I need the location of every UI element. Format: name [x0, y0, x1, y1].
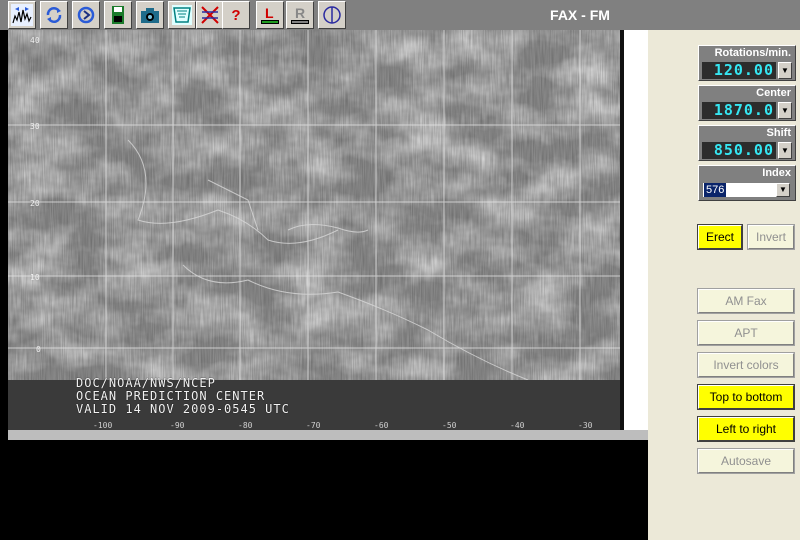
help-icon: ? [231, 6, 241, 24]
weather-fax-image: 40 30 20 10 0 -100 -90 -80 -70 -60 -50 -… [8, 30, 648, 440]
shift-control: Shift 850.00 ▼ [698, 125, 796, 161]
phase-icon [323, 6, 341, 24]
center-control: Center 1870.0 ▼ [698, 85, 796, 121]
rotations-label: Rotations/min. [714, 47, 791, 59]
shift-label: Shift [766, 127, 791, 139]
chevron-down-icon[interactable]: ▼ [778, 62, 792, 79]
rotations-control: Rotations/min. 120.00 ▼ [698, 45, 796, 81]
invert-button[interactable]: Invert [747, 224, 795, 250]
left-to-right-button[interactable]: Left to right [697, 416, 795, 442]
index-value: 576 [704, 183, 727, 197]
refresh-button[interactable] [40, 1, 68, 29]
left-marker-icon: L [261, 5, 279, 24]
phase-button[interactable] [318, 1, 346, 29]
chevron-down-icon[interactable]: ▼ [778, 102, 792, 119]
sync-icon [77, 6, 95, 24]
chevron-down-icon[interactable]: ▼ [778, 142, 792, 159]
chevron-down-icon[interactable]: ▼ [776, 183, 790, 197]
svg-text:40: 40 [30, 36, 40, 45]
index-select[interactable]: 576 ▼ [702, 182, 791, 198]
window-title: FAX - FM [550, 7, 610, 23]
svg-text:-100: -100 [93, 421, 112, 430]
autosave-button[interactable]: Autosave [697, 448, 795, 474]
svg-text:R: R [295, 5, 305, 21]
fax-image-area[interactable]: 40 30 20 10 0 -100 -90 -80 -70 -60 -50 -… [0, 30, 648, 540]
save-button[interactable] [104, 1, 132, 29]
control-panel: Rotations/min. 120.00 ▼ Center 1870.0 ▼ … [648, 30, 800, 540]
svg-text:10: 10 [30, 273, 40, 282]
invert-colors-button[interactable]: Invert colors [697, 352, 795, 378]
erect-button[interactable]: Erect [697, 224, 743, 250]
fax-app-window: ? L R FAX - FM 40 30 20 10 0 -100 -90 -8… [0, 0, 800, 540]
svg-text:-70: -70 [306, 421, 321, 430]
camera-icon [141, 8, 159, 23]
help-button[interactable]: ? [222, 1, 250, 29]
svg-text:-40: -40 [510, 421, 525, 430]
shift-value[interactable]: 850.00 [702, 142, 776, 159]
right-marker-icon: R [291, 5, 309, 24]
filter-icon [172, 5, 192, 25]
am-fax-button[interactable]: AM Fax [697, 288, 795, 314]
signal-icon [11, 4, 33, 26]
svg-text:0: 0 [36, 345, 41, 354]
index-label: Index [762, 167, 791, 179]
rotations-value[interactable]: 120.00 [702, 62, 776, 79]
svg-text:-30: -30 [578, 421, 593, 430]
filter-button[interactable] [168, 1, 196, 29]
center-value[interactable]: 1870.0 [702, 102, 776, 119]
save-icon [112, 6, 124, 24]
svg-text:-80: -80 [238, 421, 253, 430]
svg-text:-60: -60 [374, 421, 389, 430]
svg-text:-90: -90 [170, 421, 185, 430]
fax-caption-line: DOC/NOAA/NWS/NCEP [76, 376, 216, 390]
apt-button[interactable]: APT [697, 320, 795, 346]
right-marker-button[interactable]: R [286, 1, 314, 29]
sync-button[interactable] [72, 1, 100, 29]
grid-button[interactable] [196, 1, 224, 29]
camera-button[interactable] [136, 1, 164, 29]
left-marker-button[interactable]: L [256, 1, 284, 29]
signal-button[interactable] [8, 1, 36, 29]
fax-caption-line: VALID 14 NOV 2009-0545 UTC [76, 402, 290, 416]
svg-text:L: L [265, 5, 274, 21]
top-to-bottom-button[interactable]: Top to bottom [697, 384, 795, 410]
refresh-icon [46, 7, 62, 23]
grid-icon [201, 6, 219, 24]
index-control: Index 576 ▼ [698, 165, 796, 201]
fax-caption-line: OCEAN PREDICTION CENTER [76, 389, 266, 403]
svg-text:30: 30 [30, 122, 40, 131]
center-label: Center [756, 87, 791, 99]
toolbar: ? L R FAX - FM [0, 0, 800, 30]
svg-text:20: 20 [30, 199, 40, 208]
svg-text:-50: -50 [442, 421, 457, 430]
